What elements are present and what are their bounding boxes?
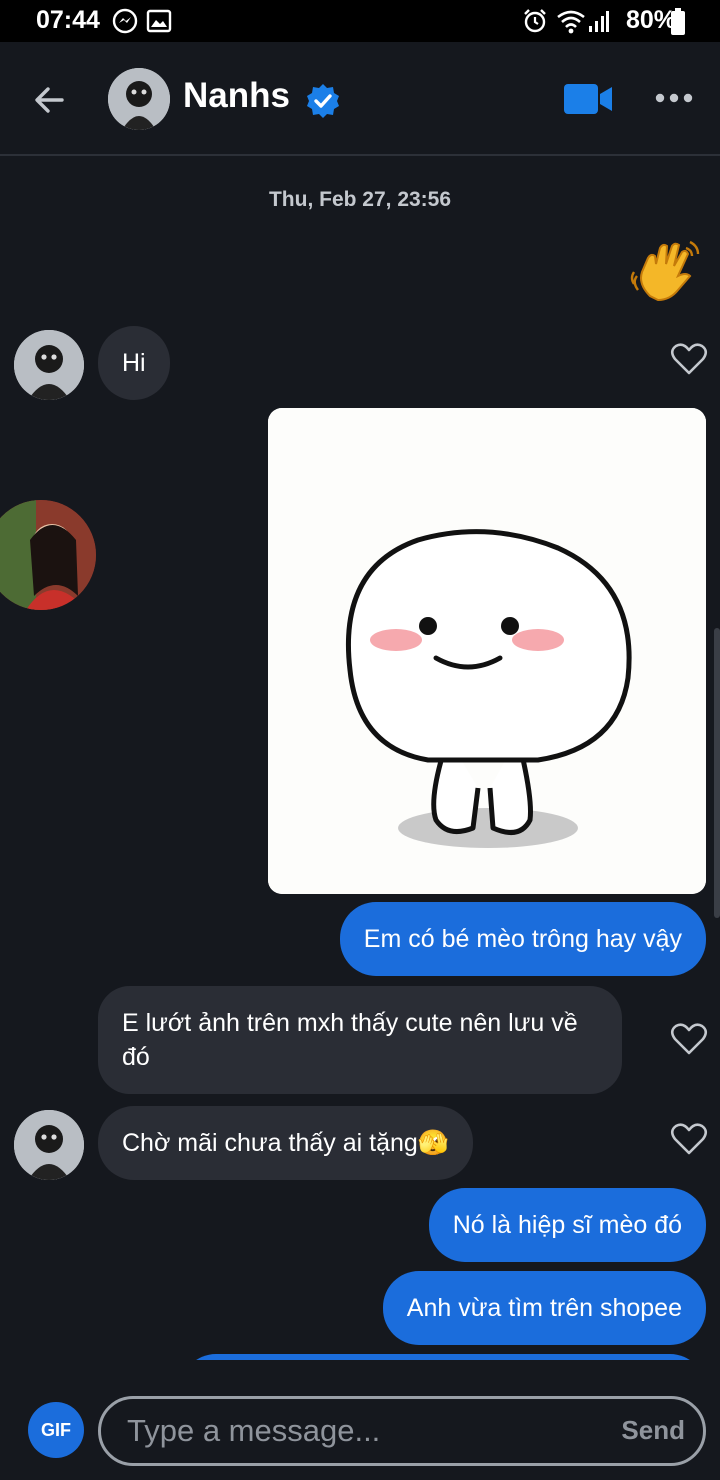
read-receipt-avatar [0,500,96,610]
signal-icon [588,8,610,39]
message-timestamp: Thu, Feb 27, 23:56 [268,188,452,211]
smiling-blob-sticker-icon [268,408,706,894]
message-composer: GIF Type a message... Send [0,1360,720,1480]
incoming-message[interactable]: E lướt ảnh trên mxh thấy cute nên lưu về… [98,986,622,1094]
status-time: 07:44 [36,6,100,34]
battery-icon [670,8,686,41]
video-camera-icon [564,84,612,114]
send-button[interactable]: Send [621,1415,685,1446]
waving-hand-icon [630,240,700,302]
incoming-message[interactable]: Chờ mãi chưa thấy ai tặng🫣 [98,1106,473,1180]
sender-avatar[interactable] [14,330,84,400]
contact-avatar[interactable] [108,68,170,130]
video-call-button[interactable] [562,82,614,116]
outgoing-message[interactable]: Anh vừa tìm trên shopee [382,1271,706,1345]
gif-button[interactable]: GIF [28,1402,84,1458]
more-options-button[interactable] [654,86,694,110]
heart-icon[interactable] [670,342,708,376]
alarm-icon [522,8,548,39]
status-bar: 07:44 80% [0,0,720,42]
outgoing-message[interactable]: Nó là hiệp sĩ mèo đó [428,1188,706,1262]
message-input[interactable]: Type a message... Send [98,1396,706,1466]
battery-percent: 80% [625,6,676,34]
chat-header: Nanhs [0,42,720,156]
incoming-message[interactable]: Hi [98,326,170,400]
messenger-icon [112,8,138,39]
heart-icon[interactable] [670,1122,708,1156]
more-dots-icon [655,93,693,103]
scrollbar[interactable] [714,628,720,918]
sender-avatar[interactable] [14,1110,84,1180]
wifi-icon [556,8,586,39]
verified-badge-icon [304,82,342,120]
gallery-icon [146,8,172,39]
contact-name[interactable]: Nanhs [183,76,290,116]
wave-emoji-message[interactable] [628,234,704,310]
chat-thread[interactable]: Thu, Feb 27, 23:56 Hi Em có bé mèo trông… [0,158,720,1360]
heart-icon[interactable] [670,1022,708,1056]
back-button[interactable] [28,78,72,122]
outgoing-message[interactable]: Em có bé mèo trông hay vậy [339,902,706,976]
arrow-left-icon [35,87,64,113]
sticker-message[interactable] [268,408,706,894]
message-input-placeholder: Type a message... [127,1413,381,1448]
